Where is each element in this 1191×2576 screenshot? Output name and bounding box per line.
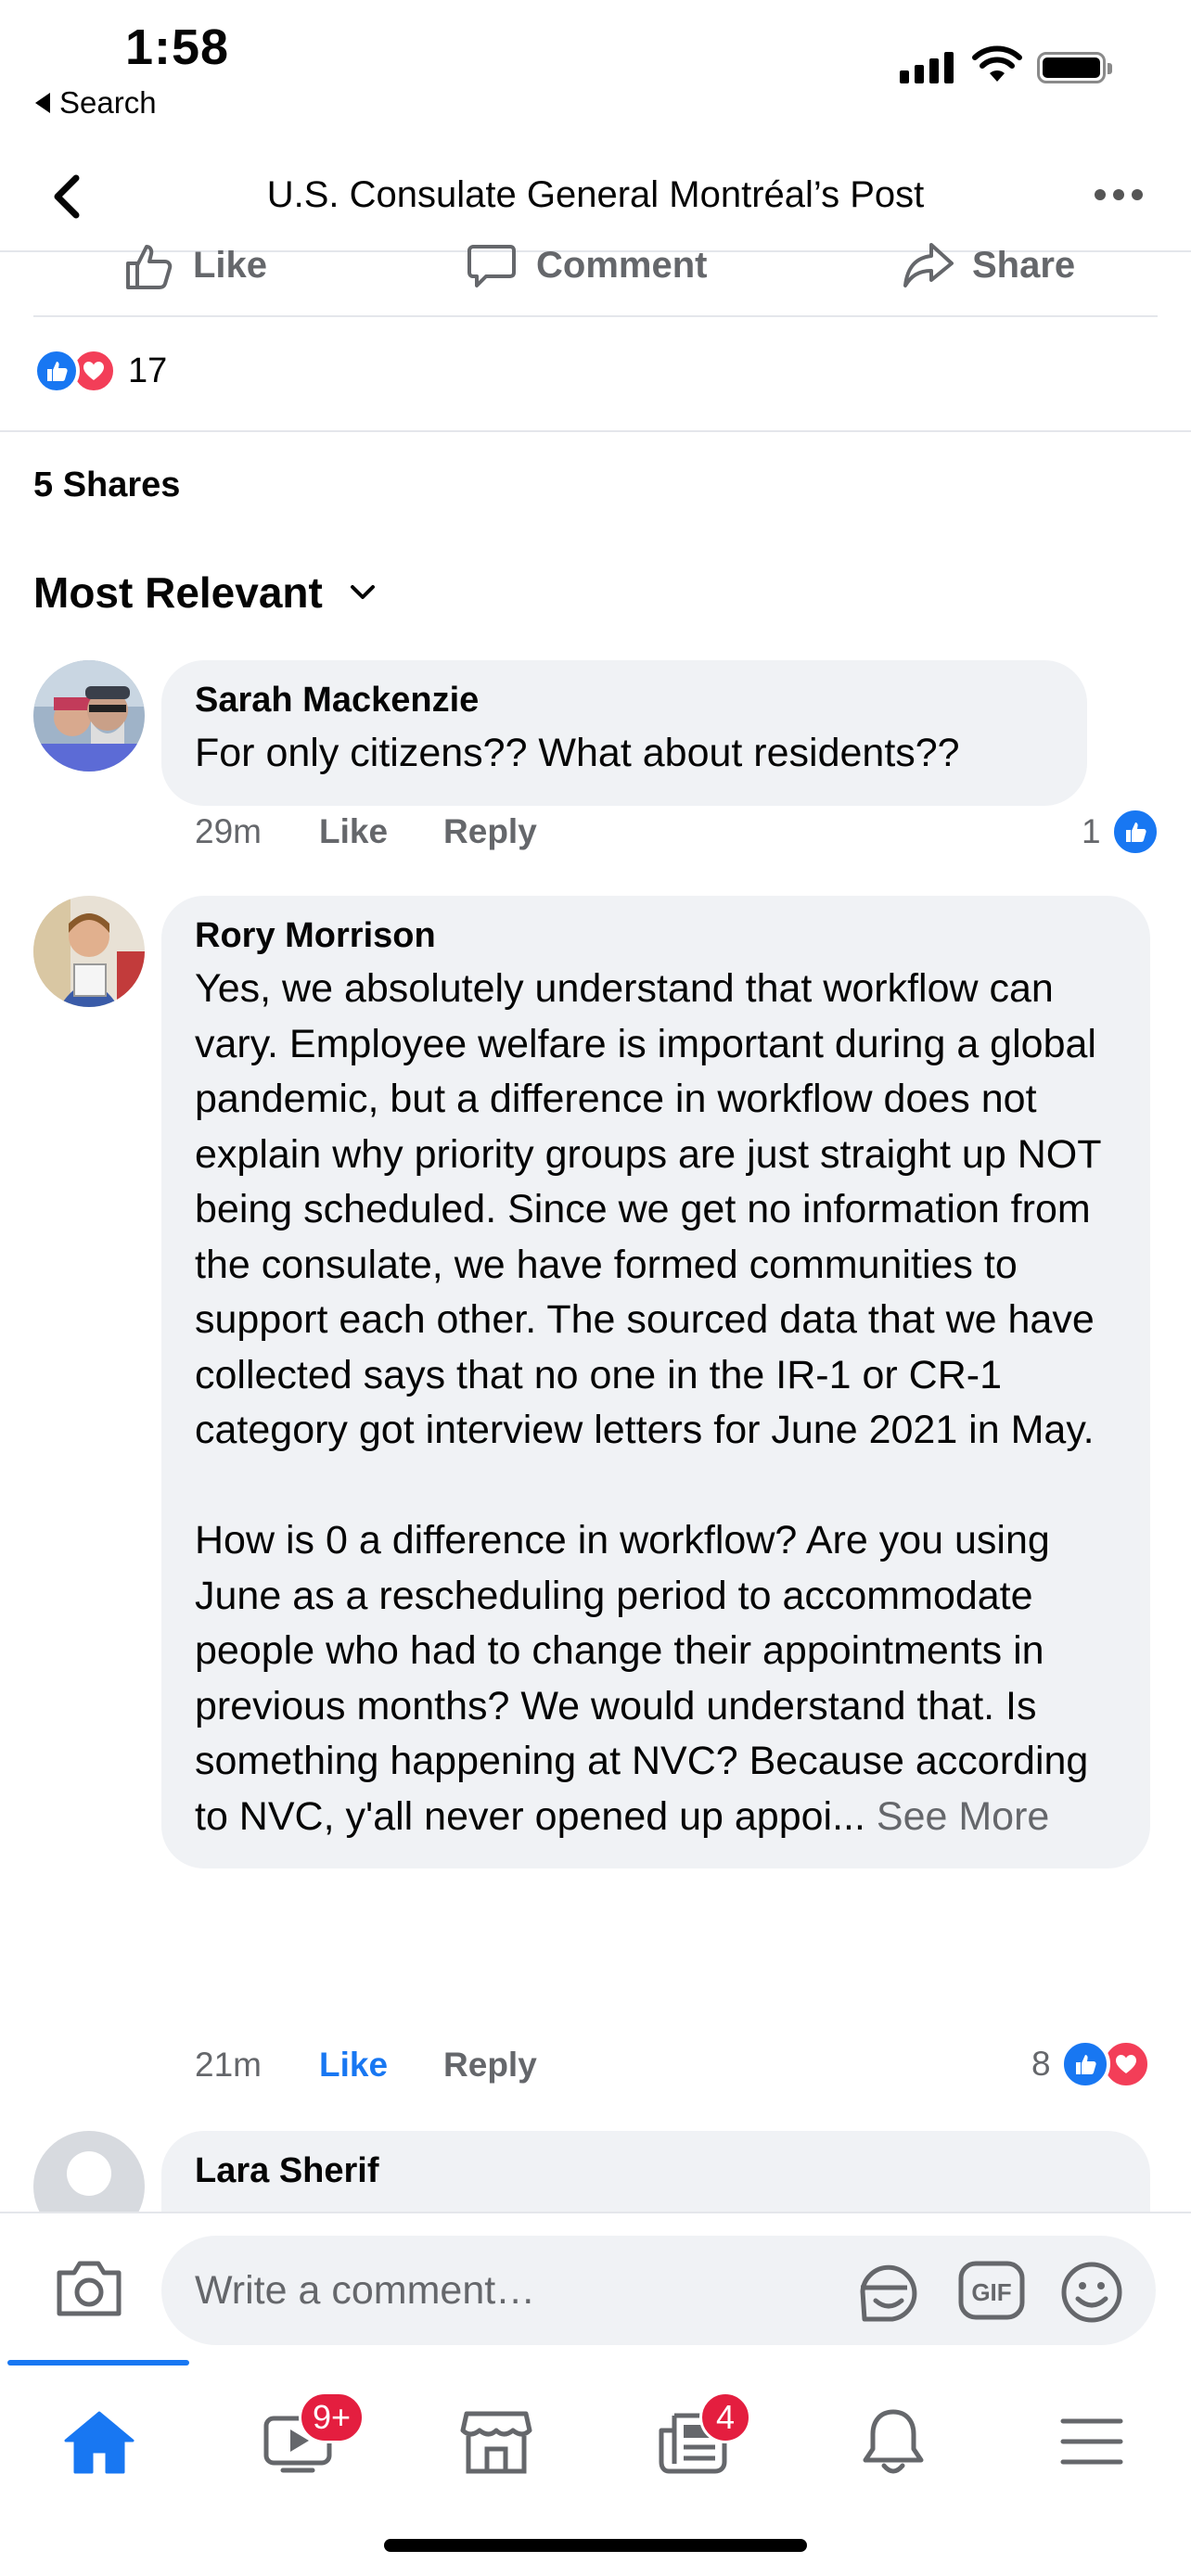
comment-text: Yes, we absolutely understand that workf… bbox=[195, 962, 1117, 1844]
shares-count[interactable]: 5 Shares bbox=[33, 465, 180, 505]
comment-reaction-count: 8 bbox=[1031, 2045, 1051, 2083]
reactions-summary[interactable]: 17 bbox=[33, 348, 167, 394]
sort-dropdown[interactable]: Most Relevant bbox=[33, 567, 377, 618]
comment-bubble-icon bbox=[467, 245, 516, 287]
status-bar: 1:58 Search bbox=[0, 0, 1191, 139]
comment-author[interactable]: Sarah Mackenzie bbox=[195, 681, 1054, 721]
profile-photo bbox=[33, 660, 145, 772]
comment-input[interactable] bbox=[195, 2236, 844, 2345]
comment-time: 29m bbox=[195, 812, 262, 850]
avatar[interactable] bbox=[33, 660, 145, 772]
comment-post-label: Comment bbox=[536, 244, 708, 286]
more-options-icon[interactable] bbox=[1095, 189, 1143, 200]
see-more-link[interactable]: See More bbox=[877, 1794, 1049, 1839]
comment-meta: 29m Like Reply bbox=[195, 812, 593, 851]
battery-icon bbox=[1037, 52, 1112, 83]
share-arrow-icon bbox=[903, 243, 954, 287]
comment-like-button[interactable]: Like bbox=[319, 2046, 388, 2085]
wifi-icon bbox=[972, 45, 1022, 82]
profile-photo bbox=[33, 896, 145, 1007]
chevron-down-icon bbox=[350, 585, 375, 599]
like-reaction-icon bbox=[33, 348, 80, 394]
gif-icon[interactable]: GIF bbox=[957, 2260, 1026, 2321]
thumbs-up-outline-icon bbox=[126, 245, 173, 289]
back-to-search-label: Search bbox=[59, 85, 157, 120]
comment-bubble[interactable]: Sarah Mackenzie For only citizens?? What… bbox=[161, 660, 1087, 806]
clock: 1:58 bbox=[125, 19, 230, 75]
camera-icon[interactable] bbox=[54, 2258, 124, 2319]
comment-author[interactable]: Rory Morrison bbox=[195, 916, 1117, 956]
comment-like-button[interactable]: Like bbox=[319, 812, 388, 851]
comment-reactions[interactable]: 1 bbox=[1082, 807, 1160, 857]
tab-marketplace[interactable] bbox=[397, 2386, 596, 2497]
comment-time: 21m bbox=[195, 2046, 262, 2084]
comment-reply-button[interactable]: Reply bbox=[443, 812, 537, 851]
comment-reaction-count: 1 bbox=[1082, 812, 1101, 850]
comment-reply-button[interactable]: Reply bbox=[443, 2046, 537, 2085]
comment-composer: GIF bbox=[0, 2212, 1191, 2366]
active-tab-indicator bbox=[7, 2360, 189, 2366]
share-post-label: Share bbox=[972, 244, 1076, 286]
comment-bubble[interactable]: Rory Morrison Yes, we absolutely underst… bbox=[161, 896, 1150, 1868]
reaction-count: 17 bbox=[128, 351, 168, 390]
emoji-icon[interactable] bbox=[1059, 2260, 1124, 2325]
news-badge: 4 bbox=[699, 2391, 751, 2443]
sort-label: Most Relevant bbox=[33, 568, 323, 617]
comment-body: Yes, we absolutely understand that workf… bbox=[195, 966, 1101, 1839]
tab-notifications[interactable] bbox=[794, 2386, 992, 2497]
comment-text: For only citizens?? What about residents… bbox=[195, 731, 960, 775]
page-title: U.S. Consulate General Montréal’s Post bbox=[266, 174, 925, 215]
watch-badge: 9+ bbox=[299, 2391, 365, 2443]
comment-author[interactable]: Lara Sherif bbox=[195, 2151, 1117, 2191]
cellular-signal-icon bbox=[900, 52, 954, 83]
marketplace-icon bbox=[460, 2411, 532, 2474]
tab-watch[interactable]: 9+ bbox=[198, 2386, 397, 2497]
tab-news[interactable]: 4 bbox=[596, 2386, 794, 2497]
post-actions-bar: Like Comment Share bbox=[33, 243, 1158, 317]
like-reaction-icon bbox=[1109, 807, 1160, 857]
home-icon bbox=[64, 2411, 134, 2474]
like-post-label: Like bbox=[193, 244, 268, 286]
back-triangle-icon bbox=[35, 93, 50, 113]
comment-post-button[interactable]: Comment bbox=[466, 243, 707, 291]
sticker-icon[interactable] bbox=[853, 2260, 924, 2325]
svg-text:GIF: GIF bbox=[971, 2278, 1011, 2306]
share-post-button[interactable]: Share bbox=[902, 243, 1075, 291]
comment-meta: 21m Like Reply bbox=[195, 2046, 593, 2085]
home-indicator bbox=[384, 2539, 807, 2552]
divider bbox=[0, 430, 1191, 432]
tab-home[interactable] bbox=[0, 2386, 198, 2497]
like-reaction-icon bbox=[1059, 2039, 1110, 2089]
hamburger-menu-icon bbox=[1060, 2418, 1123, 2465]
back-to-search[interactable]: Search bbox=[35, 85, 157, 121]
comment-reactions[interactable]: 8 bbox=[1031, 2039, 1151, 2089]
bell-icon bbox=[863, 2409, 924, 2474]
post-header: U.S. Consulate General Montréal’s Post bbox=[0, 148, 1191, 252]
comment-input-field[interactable]: GIF bbox=[161, 2236, 1156, 2345]
like-post-button[interactable]: Like bbox=[122, 243, 267, 291]
avatar[interactable] bbox=[33, 896, 145, 1007]
tab-menu[interactable] bbox=[992, 2386, 1191, 2497]
